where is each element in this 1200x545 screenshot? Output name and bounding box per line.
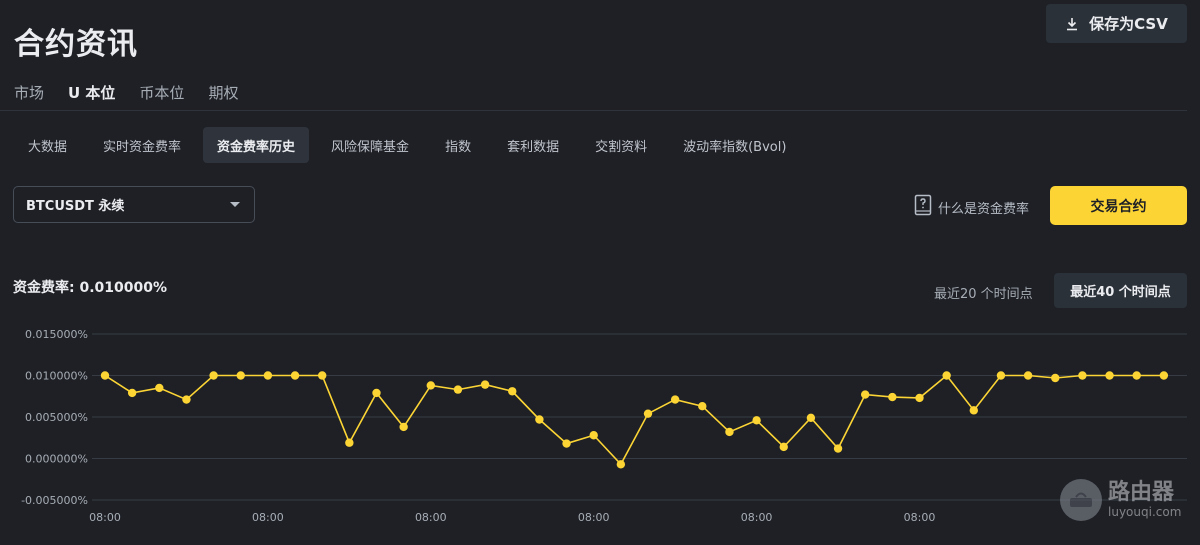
main-tab-1[interactable]: U 本位 — [68, 82, 115, 103]
data-point[interactable] — [1105, 371, 1114, 380]
range-recent-20-button[interactable]: 最近20 个时间点 — [934, 283, 1033, 302]
sub-tab-3[interactable]: 风险保障基金 — [317, 127, 423, 163]
main-tab-2[interactable]: 币本位 — [139, 82, 184, 103]
data-point[interactable] — [861, 390, 870, 399]
data-point[interactable] — [1159, 371, 1169, 380]
data-point[interactable] — [127, 388, 137, 398]
data-point[interactable] — [535, 415, 544, 424]
data-point[interactable] — [508, 387, 517, 396]
series-line — [104, 374, 1164, 466]
data-point[interactable] — [345, 438, 354, 447]
x-tick-label: 08:00 — [252, 511, 284, 524]
data-point[interactable] — [996, 371, 1006, 380]
symbol-select[interactable]: BTCUSDT 永续 — [13, 186, 255, 223]
data-point[interactable] — [616, 460, 626, 469]
data-point[interactable] — [155, 383, 164, 393]
data-point[interactable] — [318, 371, 327, 380]
data-point[interactable] — [372, 388, 381, 398]
trade-contract-button[interactable]: 交易合约 — [1050, 186, 1187, 225]
sub-tab-1[interactable]: 实时资金费率 — [89, 127, 195, 163]
page: 合约资讯 保存为CSV 市场 U 本位 币本位 期权 大数据 实时资金费率 资金费率历史风… — [0, 0, 1200, 545]
x-tick-label: 08:00 — [415, 511, 447, 524]
page-title: 合约资讯 — [14, 27, 138, 62]
y-tick-label: 0.010000% — [25, 370, 88, 383]
data-point[interactable] — [562, 439, 571, 448]
data-point[interactable] — [643, 409, 653, 418]
funding-rate-help-link[interactable]: 什么是资金费率 — [914, 194, 1029, 220]
funding-rate-chart: 0.015000% 0.010000% 0.005000% 0.000000% -0.0… — [21, 328, 1187, 524]
sub-tab-7[interactable]: 波动率指数(Bvol) — [669, 127, 800, 163]
data-point[interactable] — [209, 371, 218, 380]
funding-rate-readout: 资金费率: 0.010000% — [13, 277, 167, 297]
data-point[interactable] — [399, 422, 408, 432]
help-label: 什么是资金费率 — [938, 201, 1030, 217]
range-recent-40-button[interactable]: 最近40 个时间点 — [1054, 273, 1187, 308]
funding-rate-label: 资金费率: — [13, 280, 75, 296]
y-tick-label: 0.005000% — [25, 411, 88, 424]
main-tab-0[interactable]: 市场 — [14, 82, 44, 103]
x-tick-label: 08:00 — [578, 511, 610, 524]
main-tab-3[interactable]: 期权 — [208, 82, 238, 103]
book-icon — [914, 194, 932, 220]
main-tabs: 市场 U 本位 币本位 期权 — [14, 82, 238, 103]
data-point[interactable] — [1078, 371, 1087, 380]
data-point[interactable] — [1023, 371, 1033, 380]
tab-divider — [0, 110, 1187, 111]
y-tick-label: 0.015000% — [25, 328, 88, 341]
data-point[interactable] — [290, 371, 300, 380]
x-tick-label: 08:00 — [89, 511, 121, 524]
data-point[interactable] — [942, 371, 951, 380]
y-tick-label: 0.000000% — [25, 453, 88, 466]
watermark: 路由器 luyouqi.com — [1060, 479, 1181, 521]
data-point[interactable] — [779, 442, 788, 452]
sub-tab-4[interactable]: 指数 — [431, 127, 485, 163]
watermark-cn: 路由器 — [1108, 480, 1175, 505]
data-point[interactable] — [426, 381, 435, 390]
data-point[interactable] — [833, 444, 843, 453]
data-point[interactable] — [752, 416, 761, 425]
data-point[interactable] — [100, 371, 110, 380]
data-point[interactable] — [453, 385, 463, 394]
data-point[interactable] — [670, 395, 680, 404]
sub-tabs: 大数据 实时资金费率 资金费率历史 风险保障基金 指数 套利数据 交割资料 波动率指数(Bvo… — [14, 127, 808, 163]
save-csv-button[interactable]: 保存为CSV — [1046, 4, 1187, 43]
sub-tab-2[interactable]: 资金费率历史 — [203, 127, 310, 163]
download-icon — [1065, 17, 1079, 31]
data-point[interactable] — [888, 392, 897, 402]
sub-tab-5[interactable]: 套利数据 — [493, 127, 573, 163]
watermark-en: luyouqi.com — [1108, 505, 1182, 519]
sub-tab-0[interactable]: 大数据 — [14, 127, 81, 163]
save-csv-label: 保存为CSV — [1089, 15, 1168, 33]
data-point[interactable] — [698, 402, 707, 411]
data-point[interactable] — [480, 380, 490, 389]
caret-down-icon — [230, 202, 240, 207]
x-tick-label: 08:00 — [741, 511, 773, 524]
sub-tab-6[interactable]: 交割资料 — [581, 127, 661, 163]
data-point[interactable] — [589, 431, 598, 440]
x-tick-label: 08:00 — [904, 511, 936, 524]
router-logo-icon — [1060, 479, 1102, 521]
data-point[interactable] — [969, 406, 978, 415]
data-point[interactable] — [263, 371, 273, 380]
data-point[interactable] — [236, 371, 245, 380]
data-point[interactable] — [182, 395, 191, 404]
y-tick-label: -0.005000% — [21, 494, 88, 507]
data-point[interactable] — [806, 413, 816, 423]
data-point[interactable] — [915, 393, 924, 403]
funding-rate-value: 0.010000% — [79, 280, 168, 296]
data-point[interactable] — [1051, 373, 1060, 383]
data-point[interactable] — [1132, 371, 1141, 380]
symbol-select-value: BTCUSDT 永续 — [26, 199, 125, 214]
data-point[interactable] — [725, 427, 734, 437]
